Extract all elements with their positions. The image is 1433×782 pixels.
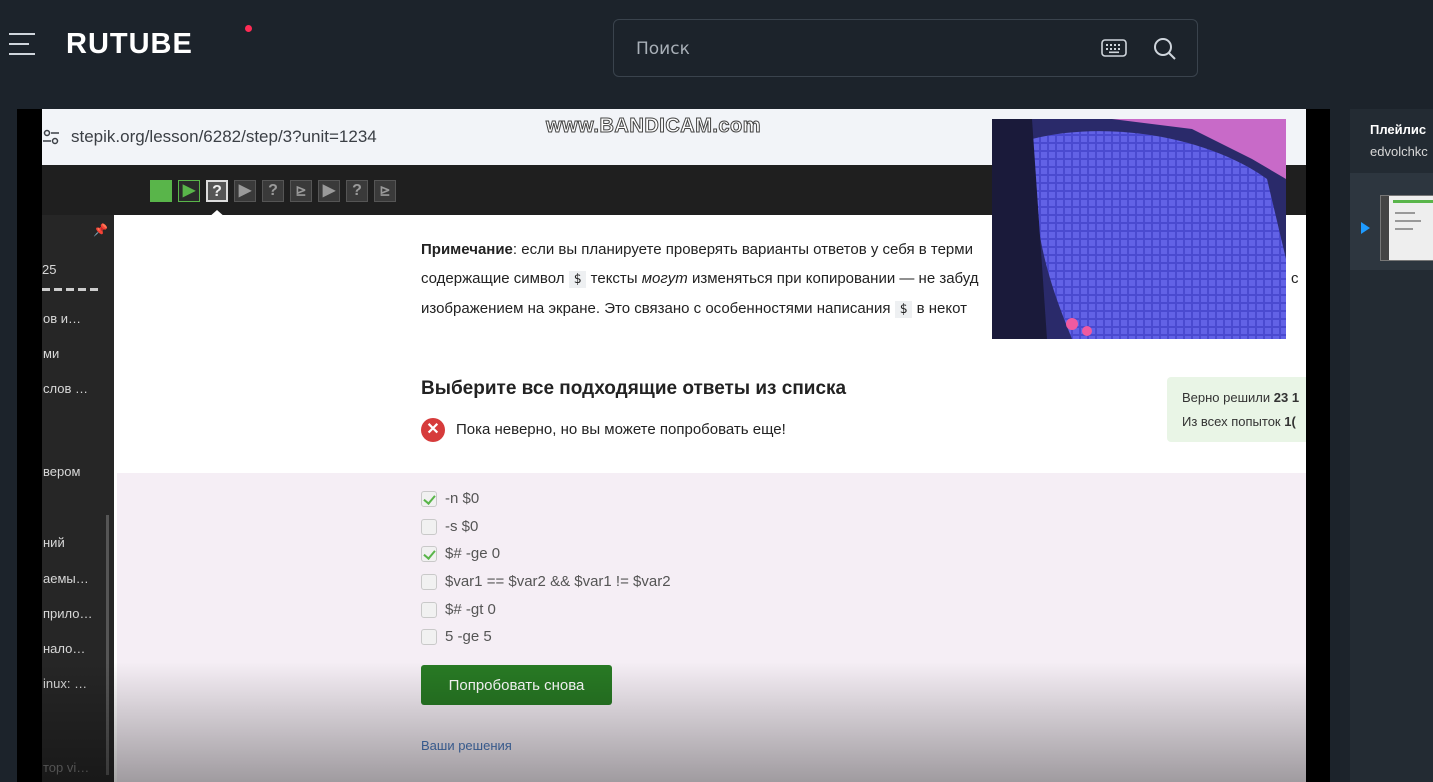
step-3-current-question[interactable]: ? — [206, 180, 228, 202]
stats-attempts-value: 1( — [1284, 414, 1296, 429]
step-6-terminal[interactable]: ⊵ — [290, 180, 312, 202]
sidebar-scrollbar[interactable] — [106, 515, 109, 775]
site-settings-icon — [43, 129, 59, 145]
your-solutions-link[interactable]: Ваши решения — [421, 738, 512, 753]
step-2-video[interactable]: ▶ — [178, 180, 200, 202]
option-label: -s $0 — [445, 518, 479, 535]
search-box — [613, 19, 1198, 77]
video-thumbnail[interactable] — [1380, 195, 1433, 261]
note-text: в некот — [912, 300, 967, 317]
sidebar-item[interactable]: 25 — [42, 262, 56, 277]
inline-code: $ — [894, 301, 913, 318]
sidebar-item[interactable]: …ов и… — [42, 311, 81, 326]
site-header: RUTUBE — [0, 0, 1433, 89]
step-1-passed[interactable] — [150, 180, 172, 202]
stats-solved-value: 23 1 — [1273, 390, 1300, 405]
option-label: -n $0 — [445, 490, 480, 507]
keyboard-icon[interactable] — [1101, 39, 1127, 57]
checkbox[interactable] — [421, 519, 437, 535]
sidebar-item[interactable]: …нало… — [42, 641, 85, 656]
stats-solved-label: Верно решили — [1182, 390, 1274, 405]
logo-dot — [245, 25, 252, 32]
error-x-icon: ✕ — [421, 418, 445, 442]
hamburger-menu-icon[interactable] — [9, 33, 35, 55]
option-label: $var1 == $var2 && $var1 != $var2 — [445, 573, 671, 590]
stats-panel: Верно решили 23 1 Из всех попыток 1( — [1167, 377, 1306, 442]
playlist-panel: Плейлис edvolchkc — [1350, 109, 1433, 782]
sidebar-item[interactable]: …ний — [42, 535, 65, 550]
note-text: с — [1291, 270, 1299, 287]
sidebar-item[interactable]: …ми — [42, 346, 59, 361]
playlist-item[interactable] — [1350, 173, 1433, 270]
checkbox[interactable] — [421, 574, 437, 590]
video-frame[interactable]: stepik.org/lesson/6282/step/3?unit=1234 … — [42, 109, 1306, 782]
step-5-question[interactable]: ? — [262, 180, 284, 202]
retry-button[interactable]: Попробовать снова — [421, 665, 612, 705]
option-label: $# -ge 0 — [445, 545, 501, 562]
checkbox-checked[interactable] — [421, 546, 437, 562]
progress-dashes — [42, 288, 100, 291]
sidebar-item[interactable]: …вером — [42, 464, 80, 479]
step-4-video[interactable]: ▶ — [234, 180, 256, 202]
page-url: stepik.org/lesson/6282/step/3?unit=1234 — [71, 127, 377, 146]
playlist-title: Плейлис — [1370, 122, 1427, 137]
step-8-question[interactable]: ? — [346, 180, 368, 202]
sidebar-item[interactable]: …слов … — [42, 381, 88, 396]
checkbox-checked[interactable] — [421, 491, 437, 507]
note-label: Примечание — [421, 241, 513, 258]
bandicam-watermark: www.BANDICAM.com — [545, 115, 762, 138]
note-text: тексты — [586, 270, 642, 287]
rutube-logo[interactable]: RUTUBE — [66, 28, 193, 61]
checkbox[interactable] — [421, 629, 437, 645]
pin-icon[interactable]: 📌 — [93, 223, 108, 237]
inline-code: $ — [568, 271, 587, 288]
search-input[interactable] — [634, 34, 1078, 64]
sidebar-item[interactable]: …inux: … — [42, 676, 87, 691]
note-text: изменяться при копировании — не забуд — [687, 270, 979, 287]
option-label: $# -gt 0 — [445, 601, 496, 618]
step-9-terminal[interactable]: ⊵ — [374, 180, 396, 202]
sidebar-item[interactable]: …тор vi… — [42, 760, 89, 775]
playlist-author[interactable]: edvolchkc — [1370, 144, 1428, 159]
note-text: : если вы планируете проверять варианты … — [512, 241, 973, 258]
sidebar-item[interactable]: …прило… — [42, 606, 93, 621]
webcam-overlay — [992, 119, 1286, 339]
question-title: Выберите все подходящие ответы из списка — [421, 378, 847, 399]
option-label: 5 -ge 5 — [445, 628, 492, 645]
step-7-video[interactable]: ▶ — [318, 180, 340, 202]
note-italic: могут — [641, 270, 688, 287]
course-sidebar: 📌 25 …ов и… …ми …слов … …вером …ний …аем… — [42, 215, 114, 782]
note-text: изображением на экране. Это связано с ос… — [421, 300, 895, 317]
search-icon[interactable] — [1153, 37, 1177, 61]
stats-attempts-label: Из всех попыток — [1182, 414, 1285, 429]
now-playing-icon — [1361, 222, 1370, 234]
note-text: содержащие символ — [421, 270, 569, 287]
sidebar-item[interactable]: …аемы… — [42, 571, 89, 586]
checkbox[interactable] — [421, 602, 437, 618]
answers-panel: -n $0 -s $0 $# -ge 0 $var1 == $var2 && $… — [117, 473, 1306, 782]
error-message: Пока неверно, но вы можете попробовать е… — [456, 421, 786, 438]
